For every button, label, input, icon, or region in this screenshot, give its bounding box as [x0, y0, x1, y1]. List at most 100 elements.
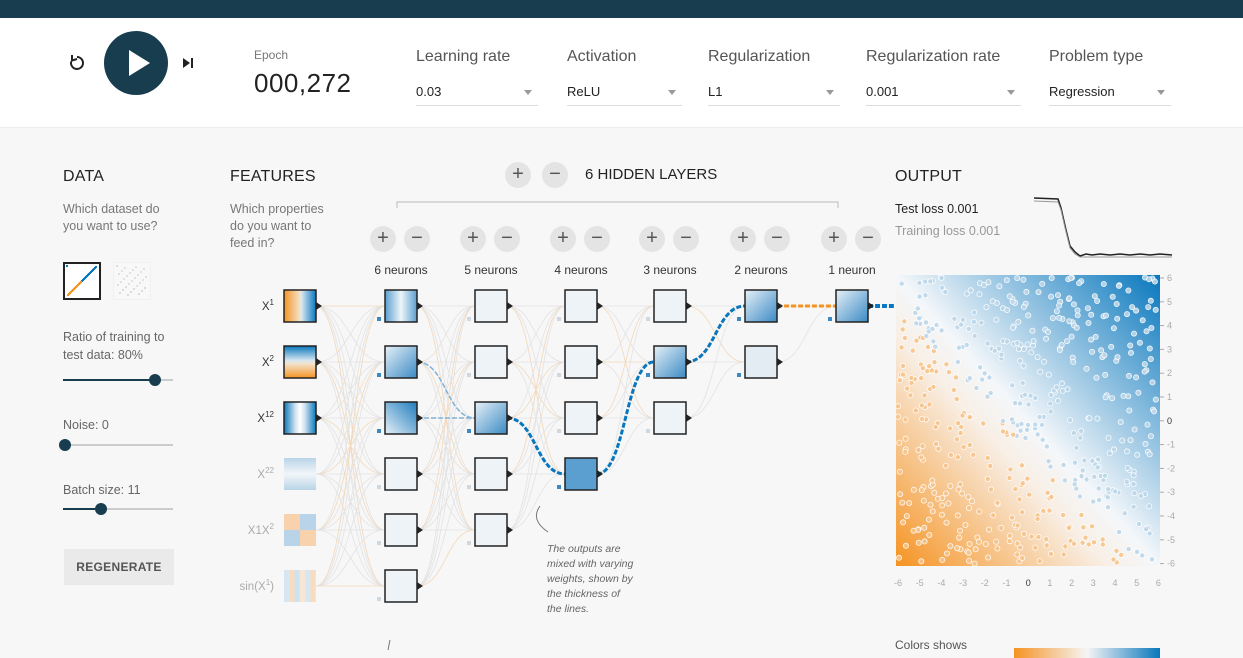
remove-neuron-button[interactable]: − [404, 226, 430, 252]
add-neuron-button[interactable]: + [370, 226, 396, 252]
output-data-point [1014, 540, 1021, 547]
output-data-point [1133, 374, 1140, 381]
bias-marker [467, 541, 471, 545]
output-data-point [1068, 333, 1075, 340]
output-data-point [918, 454, 925, 461]
feature-node-quadrant [300, 514, 316, 530]
neuron-box [384, 289, 418, 323]
output-data-point [987, 462, 994, 469]
output-data-point [1134, 548, 1141, 555]
remove-neuron-button[interactable]: − [494, 226, 520, 252]
epoch-display: Epoch 000,272 [254, 48, 351, 99]
output-data-point [959, 490, 966, 497]
add-neuron-button[interactable]: + [550, 226, 576, 252]
step-button[interactable] [180, 54, 198, 72]
output-data-point [919, 443, 926, 450]
colors-shows-label: Colors shows [895, 638, 968, 652]
feature-node[interactable] [283, 345, 322, 379]
feature-node-stripe [284, 570, 290, 602]
output-data-point [1048, 550, 1055, 557]
output-data-point [1143, 328, 1150, 335]
remove-layer-button[interactable]: − [542, 162, 568, 188]
output-data-point [993, 316, 1000, 323]
output-data-point [1109, 293, 1116, 300]
output-data-point [953, 436, 960, 443]
output-data-point [1149, 379, 1156, 386]
output-data-point [996, 283, 1003, 290]
output-data-point [1043, 542, 1050, 549]
regularization-rate-value: 0.001 [866, 84, 899, 99]
output-data-point [950, 386, 957, 393]
regularization-select[interactable]: L1 [708, 80, 840, 106]
add-neuron-button[interactable]: + [730, 226, 756, 252]
x-tick-label: -4 [937, 578, 945, 588]
add-neuron-button[interactable]: + [639, 226, 665, 252]
output-data-point [1056, 302, 1063, 309]
output-data-point [1151, 278, 1158, 285]
feature-node[interactable] [283, 289, 322, 323]
output-data-point [931, 489, 938, 496]
feature-node[interactable] [284, 570, 316, 602]
hidden-layers-title: 6 HIDDEN LAYERS [585, 166, 718, 183]
output-data-point [918, 558, 925, 565]
output-data-point [922, 278, 929, 285]
add-neuron-button[interactable]: + [460, 226, 486, 252]
output-data-point [1095, 485, 1102, 492]
weight-link [596, 417, 655, 475]
neuron-box [744, 345, 778, 379]
output-data-point [1016, 496, 1023, 503]
neuron-box [474, 513, 508, 547]
bias-marker [377, 485, 381, 489]
output-data-point [985, 554, 992, 561]
output-data-point [982, 540, 989, 547]
output-data-point [1071, 540, 1078, 547]
output-data-point [930, 383, 937, 390]
regularization-rate-label: Regularization rate [866, 48, 1001, 65]
reset-button[interactable] [66, 52, 88, 74]
output-data-point [900, 519, 907, 526]
feature-node[interactable] [284, 458, 316, 490]
add-neuron-button[interactable]: + [821, 226, 847, 252]
output-data-point [938, 274, 945, 281]
output-data-point [1074, 307, 1081, 314]
y-tick-label: -1 [1167, 440, 1175, 450]
remove-neuron-button[interactable]: − [584, 226, 610, 252]
learning-rate-select[interactable]: 0.03 [416, 80, 538, 106]
output-data-point [1147, 433, 1154, 440]
output-data-point [1012, 400, 1019, 407]
output-data-point [1117, 418, 1124, 425]
output-data-point [1124, 465, 1131, 472]
output-data-point [1053, 308, 1060, 315]
output-data-point [976, 508, 983, 515]
output-data-point [902, 448, 909, 455]
top-bar [0, 0, 1243, 18]
regularization-rate-select[interactable]: 0.001 [866, 80, 1021, 106]
remove-neuron-button[interactable]: − [673, 226, 699, 252]
feature-node-stripe [305, 570, 311, 602]
output-data-point [1090, 498, 1097, 505]
output-data-point [959, 412, 966, 419]
output-data-point [918, 375, 925, 382]
feature-node[interactable] [284, 514, 316, 546]
output-data-point [1009, 382, 1016, 389]
play-pause-button[interactable] [104, 31, 168, 95]
weight-link [315, 305, 386, 587]
remove-neuron-button[interactable]: − [855, 226, 881, 252]
output-data-point [1070, 358, 1077, 365]
output-data-point [1100, 280, 1107, 287]
output-data-point [1043, 536, 1050, 543]
remove-neuron-button[interactable]: − [764, 226, 790, 252]
feature-node[interactable] [283, 401, 322, 435]
problem-type-select[interactable]: Regression [1049, 80, 1171, 106]
note-arrow [535, 505, 549, 533]
chevron-down-icon [1007, 90, 1015, 95]
output-data-point [962, 521, 969, 528]
output-data-point [1103, 312, 1110, 319]
output-data-point [932, 343, 939, 350]
y-tick-label: 6 [1167, 273, 1172, 283]
node-arrow-icon [868, 302, 874, 310]
neuron-box [474, 401, 508, 435]
output-data-point [914, 305, 921, 312]
add-layer-button[interactable]: + [505, 162, 531, 188]
activation-select[interactable]: ReLU [567, 80, 682, 106]
